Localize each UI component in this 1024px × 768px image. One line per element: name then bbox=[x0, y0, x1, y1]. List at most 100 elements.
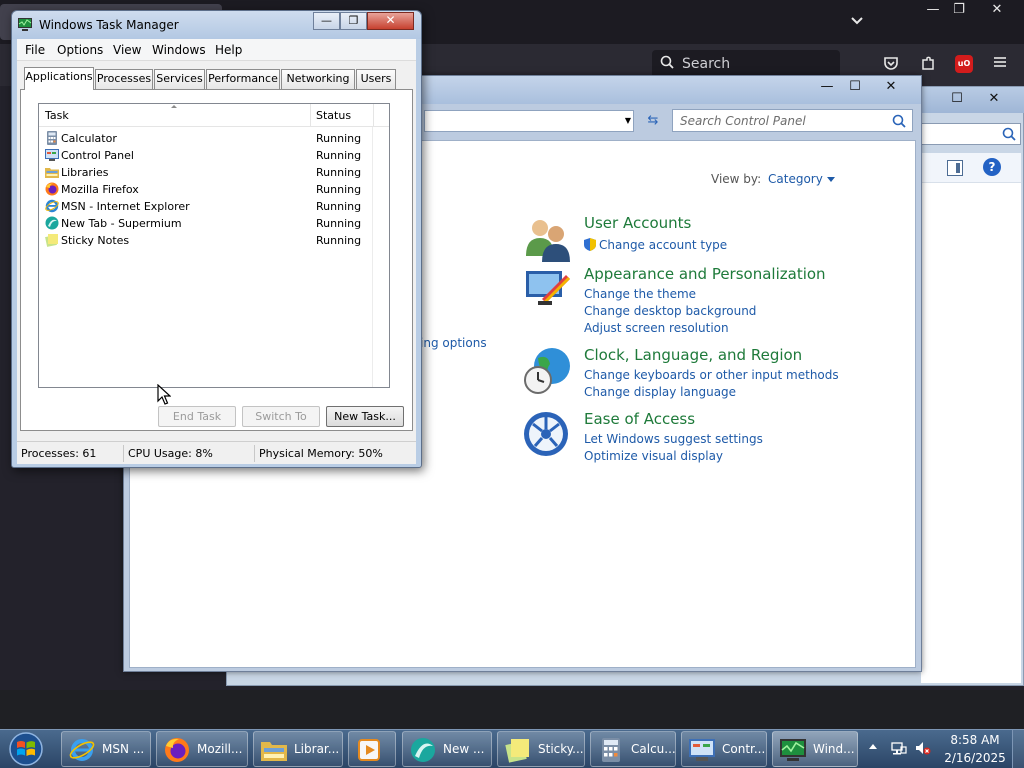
menu-help[interactable]: Help bbox=[215, 43, 242, 57]
row-status: Running bbox=[316, 166, 362, 179]
clock-time[interactable]: 8:58 AM bbox=[946, 733, 1004, 747]
taskbar-item-calculator[interactable]: Calcu... bbox=[590, 731, 676, 767]
tab-networking[interactable]: Networking bbox=[281, 69, 355, 89]
tab-applications[interactable]: Applications bbox=[24, 67, 94, 90]
control-panel-search-input[interactable]: Search Control Panel bbox=[672, 109, 913, 132]
table-row[interactable]: Sticky Notes Running bbox=[43, 232, 383, 249]
folder-icon bbox=[261, 742, 287, 761]
uac-shield-icon bbox=[584, 238, 596, 251]
volume-muted-icon[interactable] bbox=[915, 740, 931, 756]
clock-date[interactable]: 2/16/2025 bbox=[943, 751, 1007, 765]
row-task-name: Sticky Notes bbox=[61, 234, 130, 247]
menu-options[interactable]: Options bbox=[57, 43, 103, 57]
ublock-origin-icon[interactable]: uO bbox=[955, 55, 973, 73]
task-list-header: Task Status bbox=[39, 104, 389, 127]
taskbar-item-ie[interactable]: MSN ... bbox=[61, 731, 151, 767]
menu-view[interactable]: View bbox=[113, 43, 141, 57]
category-title[interactable]: Ease of Access bbox=[584, 410, 695, 428]
firefox-icon bbox=[45, 182, 59, 196]
category-link[interactable]: Change the theme bbox=[584, 287, 696, 301]
new-task-button[interactable]: New Task... bbox=[326, 406, 404, 427]
control-panel-2-content bbox=[921, 153, 1021, 683]
pocket-icon[interactable] bbox=[881, 54, 901, 74]
show-hidden-icons-arrow-icon[interactable] bbox=[869, 744, 877, 749]
category-link[interactable]: Change display language bbox=[584, 385, 736, 399]
category-link[interactable]: Let Windows suggest settings bbox=[584, 432, 763, 446]
taskbar-item-firefox[interactable]: Mozill... bbox=[156, 731, 248, 767]
taskbar-item-control-panel[interactable]: Contr... bbox=[681, 731, 767, 767]
row-status: Running bbox=[316, 234, 362, 247]
category-title[interactable]: User Accounts bbox=[584, 214, 691, 232]
category-link[interactable]: Adjust screen resolution bbox=[584, 321, 729, 335]
taskbar-item-libraries[interactable]: Librar... bbox=[253, 731, 343, 767]
task-manager-minimize-button[interactable]: — bbox=[313, 12, 340, 30]
task-manager-close-button[interactable]: ✕ bbox=[367, 12, 414, 30]
table-row[interactable]: Calculator Running bbox=[43, 130, 383, 147]
category-link[interactable]: Change keyboards or other input methods bbox=[584, 368, 839, 382]
taskbar-item-supermium[interactable]: New ... bbox=[402, 731, 492, 767]
show-desktop-button[interactable] bbox=[1012, 730, 1024, 768]
row-status: Running bbox=[316, 200, 362, 213]
table-row[interactable]: Libraries Running bbox=[43, 164, 383, 181]
column-header-task[interactable]: Task bbox=[45, 109, 69, 122]
browser-close-button[interactable]: ✕ bbox=[980, 0, 1014, 22]
dropdown-caret-icon bbox=[826, 177, 835, 182]
tab-list-chevron-icon[interactable] bbox=[848, 12, 866, 30]
change-view-icon[interactable] bbox=[947, 160, 963, 176]
ie-icon bbox=[69, 739, 95, 761]
table-row[interactable]: Control Panel Running bbox=[43, 147, 383, 164]
table-row[interactable]: New Tab - Supermium Running bbox=[43, 215, 383, 232]
hamburger-menu-icon[interactable] bbox=[990, 54, 1010, 74]
address-bar[interactable] bbox=[424, 110, 634, 132]
category-link[interactable]: Change account type bbox=[584, 238, 727, 252]
menu-file[interactable]: File bbox=[25, 43, 45, 57]
control-panel-2-close-button[interactable]: ✕ bbox=[977, 89, 1011, 109]
extensions-puzzle-icon[interactable] bbox=[918, 54, 938, 74]
task-manager-maximize-button[interactable]: ❐ bbox=[340, 12, 367, 30]
start-button-icon[interactable] bbox=[5, 731, 47, 767]
browser-search-label: Search bbox=[682, 56, 731, 72]
control-panel-2-maximize-button[interactable]: ☐ bbox=[940, 89, 974, 109]
taskbar-item-task-manager[interactable]: Wind... bbox=[772, 731, 858, 767]
help-icon[interactable]: ? bbox=[983, 158, 1001, 176]
row-task-name: Mozilla Firefox bbox=[61, 183, 139, 196]
table-row[interactable]: MSN - Internet Explorer Running bbox=[43, 198, 383, 215]
address-dropdown-icon[interactable]: ▼ bbox=[621, 112, 635, 130]
view-by-dropdown[interactable]: Category bbox=[768, 172, 835, 186]
network-icon[interactable] bbox=[891, 740, 907, 756]
browser-restore-button[interactable]: ❐ bbox=[942, 0, 976, 22]
tab-services[interactable]: Services bbox=[154, 69, 205, 89]
category-link[interactable]: Optimize visual display bbox=[584, 449, 723, 463]
tab-performance[interactable]: Performance bbox=[206, 69, 280, 89]
taskbar-item-label: Sticky... bbox=[538, 742, 584, 756]
column-header-status[interactable]: Status bbox=[316, 109, 351, 122]
row-task-name: Control Panel bbox=[61, 149, 134, 162]
row-task-name: Calculator bbox=[61, 132, 117, 145]
status-physical-memory: Physical Memory: 50% bbox=[259, 447, 383, 460]
taskbar-item-label: New ... bbox=[443, 742, 485, 756]
taskbar-item-sticky-notes[interactable]: Sticky... bbox=[497, 731, 585, 767]
control-panel-maximize-button[interactable]: ☐ bbox=[838, 77, 872, 97]
tab-users[interactable]: Users bbox=[356, 69, 396, 89]
mouse-cursor-icon bbox=[157, 384, 171, 405]
supermium-icon bbox=[411, 738, 435, 762]
category-title[interactable]: Clock, Language, and Region bbox=[584, 346, 802, 364]
ie-icon bbox=[45, 199, 59, 213]
category-link[interactable]: Change desktop background bbox=[584, 304, 756, 318]
table-row[interactable]: Mozilla Firefox Running bbox=[43, 181, 383, 198]
taskbar-item-label: MSN ... bbox=[102, 742, 145, 756]
task-manager-icon bbox=[780, 739, 806, 761]
calculator-icon bbox=[602, 738, 620, 762]
category-title[interactable]: Appearance and Personalization bbox=[584, 265, 826, 283]
control-panel-close-button[interactable]: ✕ bbox=[874, 77, 908, 97]
end-task-button[interactable]: End Task bbox=[158, 406, 236, 427]
tab-processes[interactable]: Processes bbox=[95, 69, 153, 89]
switch-to-button[interactable]: Switch To bbox=[242, 406, 320, 427]
taskbar-item-media-player[interactable] bbox=[348, 731, 396, 767]
row-task-name: MSN - Internet Explorer bbox=[61, 200, 190, 213]
task-list[interactable]: Task Status Calculator Running Control P… bbox=[38, 103, 390, 388]
taskbar-item-label: Librar... bbox=[294, 742, 340, 756]
menu-windows[interactable]: Windows bbox=[152, 43, 206, 57]
partial-left-link[interactable]: ing options bbox=[420, 336, 487, 350]
refresh-icon[interactable]: ⇆ bbox=[642, 110, 664, 132]
